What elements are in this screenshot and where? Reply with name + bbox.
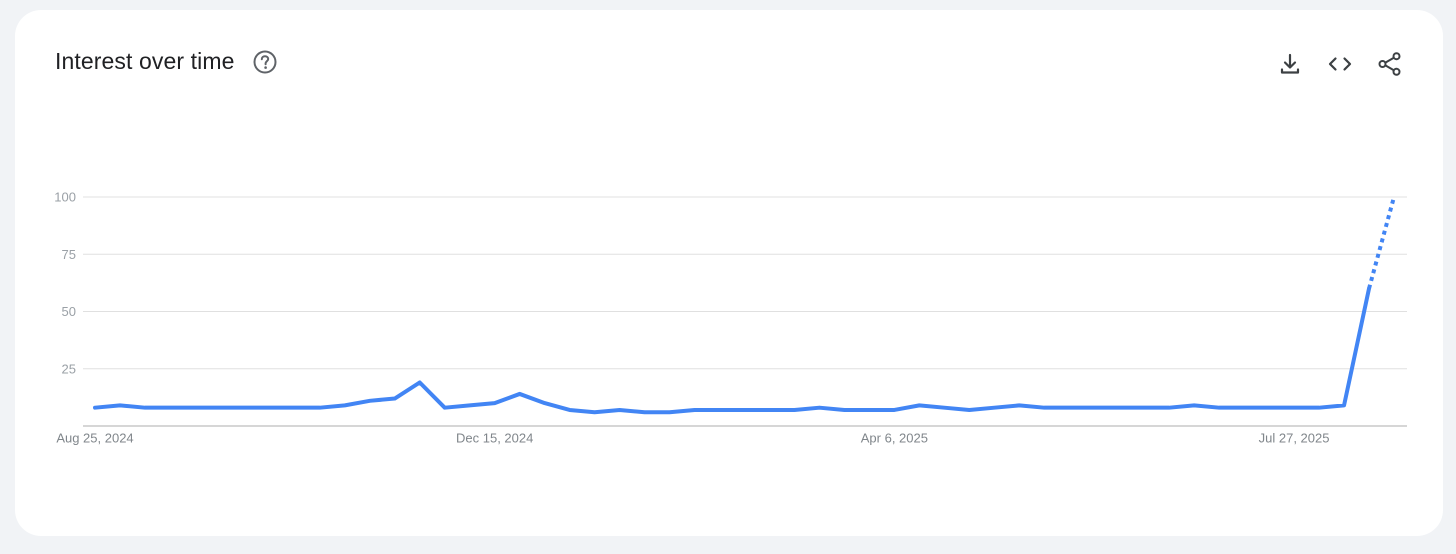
y-tick-label-50: 50 [62,304,76,319]
series-line-partial [1367,196,1396,290]
y-tick-label-25: 25 [62,361,76,376]
x-tick-label-0: Aug 25, 2024 [56,431,133,446]
series-line [93,286,1372,415]
x-tick-label-1: Dec 15, 2024 [456,431,533,446]
x-tick-label-3: Jul 27, 2025 [1259,431,1330,446]
y-tick-label-75: 75 [62,247,76,262]
y-tick-label-100: 100 [54,190,76,205]
x-tick-label-2: Apr 6, 2025 [861,431,928,446]
interest-line-chart: 25 50 75 100 Aug 25, 2024 Dec 15, 2024 Apr 6, … [54,190,1407,446]
